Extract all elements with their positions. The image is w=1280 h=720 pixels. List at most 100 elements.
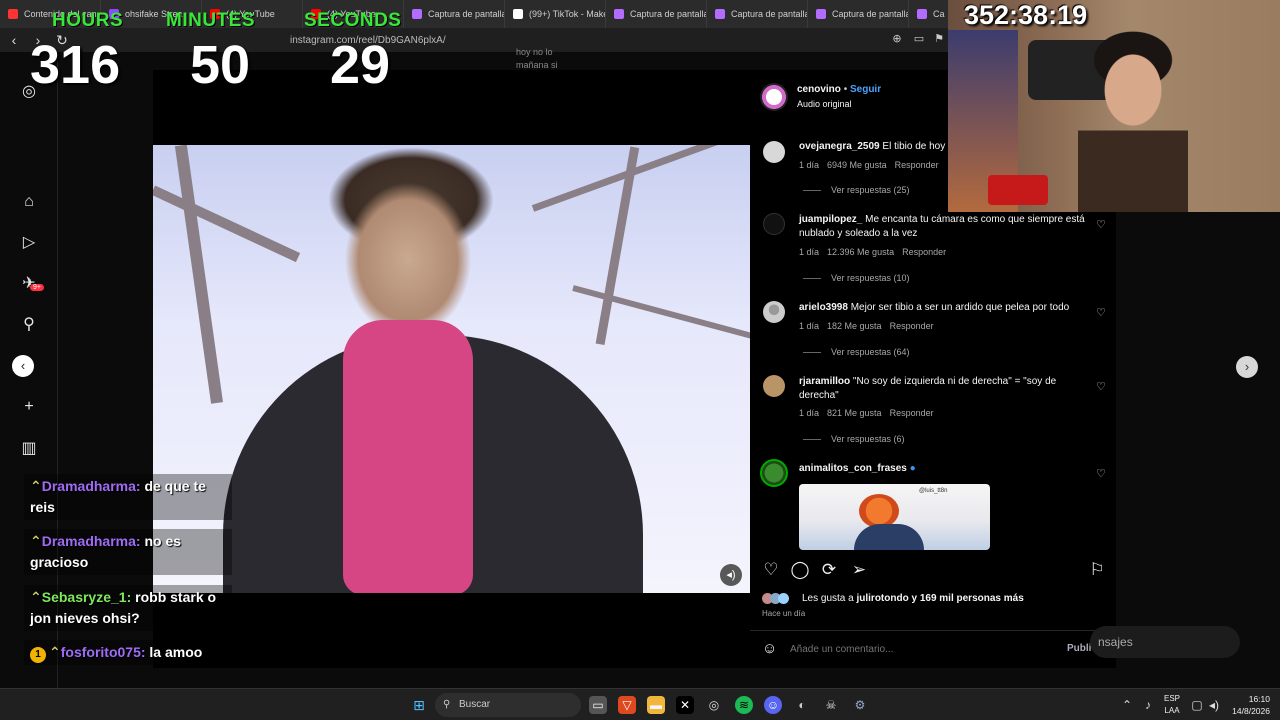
comment-like-icon[interactable]: ♡ xyxy=(1096,467,1106,480)
gpu-app-icon[interactable]: ◎ xyxy=(705,696,723,714)
app-icon[interactable]: ✕ xyxy=(676,696,694,714)
share-icon[interactable]: ➢ xyxy=(848,560,870,582)
browser-tab[interactable]: Captura de pantalla xyxy=(606,0,707,28)
search-icon[interactable]: ⚲ xyxy=(19,315,39,335)
comment-time: 1 día xyxy=(799,160,820,170)
reply-button[interactable]: Responder xyxy=(902,247,946,257)
comment-likes[interactable]: 6949 Me gusta xyxy=(827,160,887,170)
comment-avatar[interactable] xyxy=(763,213,785,235)
steam-icon[interactable]: ⚙ xyxy=(851,696,869,714)
comment-likes[interactable]: 12.396 Me gusta xyxy=(827,247,894,257)
spotify-icon[interactable]: ≋ xyxy=(735,696,753,714)
tray-chevron-icon[interactable]: ⌃ xyxy=(1118,696,1136,714)
view-replies-button[interactable]: Ver respuestas (25) xyxy=(803,185,910,195)
messages-pill[interactable]: nsajes xyxy=(1090,626,1240,658)
comment-avatar[interactable] xyxy=(760,459,788,487)
comment-meta: 1 día 821 Me gusta Responder xyxy=(799,408,942,418)
comment-like-icon[interactable]: ♡ xyxy=(1096,218,1106,231)
chat-separator: : xyxy=(126,589,136,605)
comment-username[interactable]: ovejanegra_2509 xyxy=(799,141,880,152)
windows-start-icon[interactable]: ⊞ xyxy=(410,696,428,714)
clock-date: 14/8/2026 xyxy=(1232,706,1270,716)
comment-image[interactable]: @luis_tt8n xyxy=(799,484,990,550)
zoom-icon[interactable]: ⊕ xyxy=(890,32,904,46)
microphone-icon[interactable]: ♪ xyxy=(1139,696,1157,714)
previous-reel-button[interactable]: ‹ xyxy=(12,355,34,377)
comment-like-icon[interactable]: ♡ xyxy=(1096,380,1106,393)
likes-user[interactable]: julirotondo xyxy=(856,593,908,604)
reply-button[interactable]: Responder xyxy=(890,408,934,418)
tab-favicon-icon xyxy=(715,9,725,19)
post-date: Hace un día xyxy=(762,609,806,618)
keyboard-rgb xyxy=(988,175,1048,205)
audio-label[interactable]: Audio original xyxy=(797,99,852,109)
task-view-icon[interactable]: ▭ xyxy=(589,696,607,714)
browser-tab[interactable]: (99+) TikTok - Make xyxy=(505,0,606,28)
chat-username[interactable]: Sebasryze_1 xyxy=(42,589,127,605)
browser-tab[interactable]: Captura de pantalla xyxy=(707,0,808,28)
language-indicator[interactable]: ESP LAA xyxy=(1162,693,1182,717)
brave-browser-icon[interactable]: ▽ xyxy=(618,696,636,714)
image-watermark: @luis_tt8n xyxy=(919,488,948,494)
reels-icon[interactable]: ▷ xyxy=(19,233,39,253)
comment-username[interactable]: juampilopez_ xyxy=(799,214,862,225)
reply-button[interactable]: Responder xyxy=(895,160,939,170)
comment-username[interactable]: arielo3998 xyxy=(799,302,848,313)
comment-likes[interactable]: 182 Me gusta xyxy=(827,321,882,331)
comment-icon[interactable]: ◯ xyxy=(789,560,811,582)
author-name[interactable]: cenovino xyxy=(797,84,841,95)
view-replies-button[interactable]: Ver respuestas (64) xyxy=(803,347,910,357)
chat-username[interactable]: Dramadharma xyxy=(42,478,136,494)
repost-icon[interactable]: ⟳ xyxy=(818,560,840,582)
network-icon[interactable]: ▢ xyxy=(1188,696,1206,714)
tab-favicon-icon xyxy=(614,9,624,19)
dashboard-icon[interactable]: ▥ xyxy=(19,439,39,459)
system-clock[interactable]: 16:10 14/8/2026 xyxy=(1226,693,1270,717)
tab-label: Captura de pantalla xyxy=(630,9,707,19)
back-button[interactable]: ‹ xyxy=(4,30,24,50)
tree-branch xyxy=(174,145,223,404)
bookmark-icon[interactable]: ⚑ xyxy=(932,32,946,46)
tab-label: Ca xyxy=(933,9,945,19)
edge-icon[interactable]: ◐ xyxy=(793,696,811,714)
reply-button[interactable]: Responder xyxy=(890,321,934,331)
discord-icon[interactable]: ☺ xyxy=(764,696,782,714)
skull-app-icon[interactable]: ☠ xyxy=(822,696,840,714)
create-icon[interactable]: + xyxy=(19,397,39,417)
chat-message: ⌃Dramadharma: de que te reis xyxy=(24,474,232,520)
comment-avatar[interactable] xyxy=(763,141,785,163)
chat-username[interactable]: fosforito075 xyxy=(61,644,141,660)
reel-video[interactable]: ◂) xyxy=(153,70,750,668)
comment-text: animalitos_con_frases ● xyxy=(799,462,1089,476)
comment-meta: 1 día 6949 Me gusta Responder xyxy=(799,160,947,170)
browser-tab[interactable]: Captura de pantalla xyxy=(808,0,909,28)
save-icon[interactable]: ⚐ xyxy=(1086,560,1108,582)
volume-icon[interactable]: ◂) xyxy=(720,564,742,586)
emoji-icon[interactable]: ☺ xyxy=(762,640,777,657)
comment-likes[interactable]: 821 Me gusta xyxy=(827,408,882,418)
home-icon[interactable]: ⌂ xyxy=(19,192,39,212)
author-avatar[interactable] xyxy=(760,83,788,111)
like-icon[interactable]: ♡ xyxy=(760,560,782,582)
follow-button[interactable]: Seguir xyxy=(850,84,881,95)
browser-tab[interactable]: Captura de pantalla xyxy=(404,0,505,28)
comment-time: 1 día xyxy=(799,247,820,257)
comment-avatar[interactable] xyxy=(763,375,785,397)
cast-icon[interactable]: ▭ xyxy=(912,32,926,46)
next-reel-button[interactable]: › xyxy=(1236,356,1258,378)
add-comment-input[interactable] xyxy=(790,640,1030,658)
file-explorer-icon[interactable]: ▬ xyxy=(647,696,665,714)
comment-username[interactable]: rjaramilloo xyxy=(799,376,850,387)
view-replies-button[interactable]: Ver respuestas (10) xyxy=(803,273,910,283)
comment-avatar[interactable] xyxy=(763,301,785,323)
volume-tray-icon[interactable]: ◂) xyxy=(1205,696,1223,714)
comment-username[interactable]: animalitos_con_frases xyxy=(799,463,907,474)
view-replies-button[interactable]: Ver respuestas (6) xyxy=(803,434,905,444)
tab-label: Captura de pantalla xyxy=(428,9,505,19)
comment-like-icon[interactable]: ♡ xyxy=(1096,306,1106,319)
seconds-value: 29 xyxy=(330,35,391,95)
chat-username[interactable]: Dramadharma xyxy=(42,533,136,549)
likes-count[interactable]: y 169 mil personas más xyxy=(909,593,1023,604)
likes-summary[interactable]: Les gusta a julirotondo y 169 mil person… xyxy=(802,593,1024,604)
taskbar-search[interactable]: ⚲ Buscar xyxy=(435,693,581,717)
